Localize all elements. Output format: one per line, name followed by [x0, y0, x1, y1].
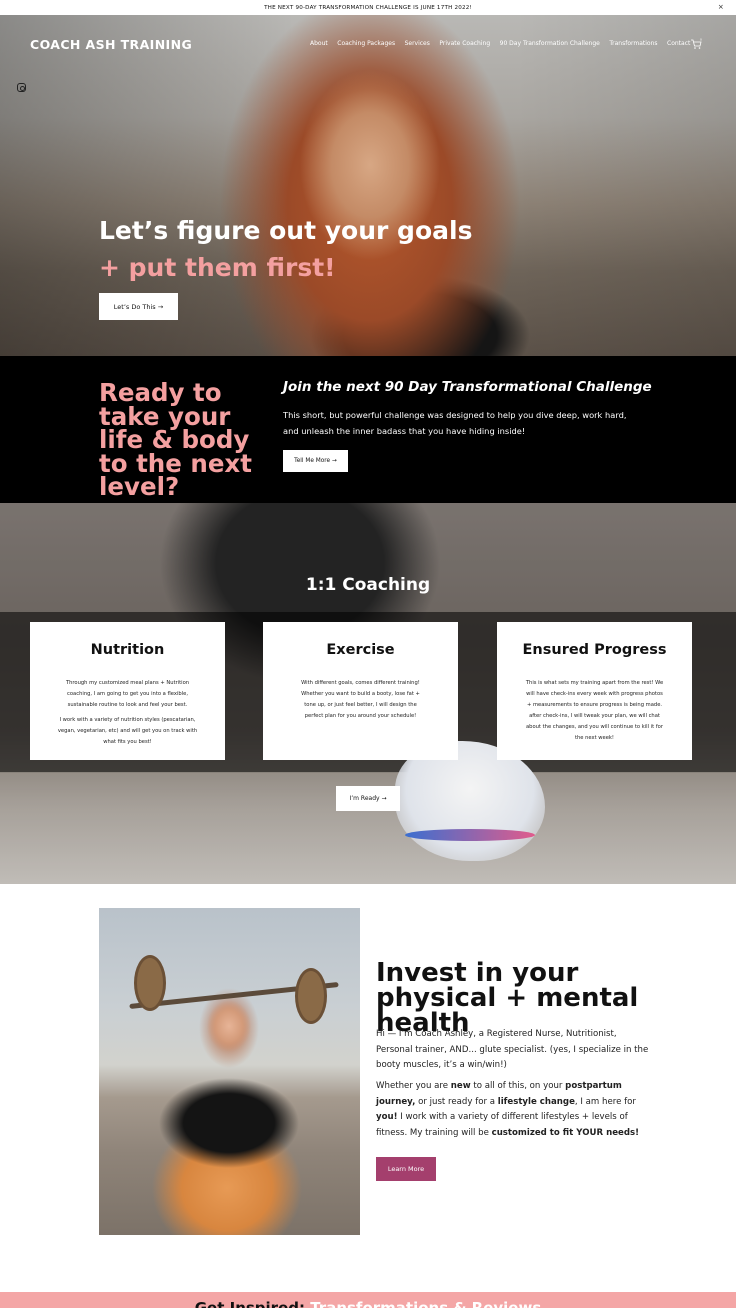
- inspired-banner: Get Inspired: Transformations & Reviews: [0, 1292, 736, 1308]
- instagram-icon[interactable]: [17, 83, 26, 92]
- nav-services[interactable]: Services: [405, 40, 430, 47]
- nav-about[interactable]: About: [310, 40, 328, 47]
- weight-plate-right: [295, 968, 327, 1024]
- announcement-text: THE NEXT 90-DAY TRANSFORMATION CHALLENGE…: [264, 4, 472, 11]
- challenge-body: This short, but powerful challenge was d…: [283, 410, 627, 436]
- weight-plate-left: [134, 955, 166, 1011]
- card-title: Nutrition: [90, 642, 165, 658]
- tell-me-more-button[interactable]: Tell Me More →: [283, 450, 348, 472]
- about-intro: Hi — I’m Coach Ashley, a Registered Nurs…: [376, 1029, 649, 1070]
- card-text: With different goals, comes different tr…: [301, 680, 420, 719]
- lets-do-this-button[interactable]: Let’s Do This →: [99, 293, 178, 320]
- card-text-2: I work with a variety of nutrition style…: [57, 717, 198, 745]
- main-nav: About Coaching Packages Services Private…: [310, 40, 690, 47]
- announcement-bar: THE NEXT 90-DAY TRANSFORMATION CHALLENGE…: [0, 0, 736, 15]
- invest-heading: Invest in your physical + mental health: [376, 958, 639, 1038]
- hero-headline: Let’s figure out your goals: [99, 216, 473, 245]
- card-exercise: Exercise With different goals, comes dif…: [263, 622, 458, 760]
- nav-coaching-packages[interactable]: Coaching Packages: [337, 40, 395, 47]
- close-icon[interactable]: ×: [718, 3, 724, 11]
- learn-more-button[interactable]: Learn More: [376, 1157, 436, 1181]
- inspired-heading: Get Inspired: Transformations & Reviews: [194, 1299, 542, 1308]
- nav-90-day-challenge[interactable]: 90 Day Transformation Challenge: [500, 40, 600, 47]
- nav-private-coaching[interactable]: Private Coaching: [439, 40, 490, 47]
- about-body: Whether you are new to all of this, on y…: [376, 1081, 640, 1138]
- challenge-title: Join the next 90 Day Transformational Ch…: [283, 379, 652, 395]
- nav-transformations[interactable]: Transformations: [609, 40, 657, 47]
- card-text: This is what sets my training apart from…: [525, 680, 664, 741]
- cart-icon[interactable]: 0: [690, 38, 702, 50]
- card-text: Through my customized meal plans + Nutri…: [65, 680, 190, 708]
- hero-subheadline: + put them first!: [99, 253, 336, 282]
- card-title: Exercise: [326, 642, 395, 658]
- cart-count: 0: [700, 38, 702, 42]
- coaching-title: 1:1 Coaching: [305, 575, 431, 595]
- card-title: Ensured Progress: [522, 642, 667, 658]
- im-ready-button[interactable]: I’m Ready →: [336, 786, 400, 811]
- card-nutrition: Nutrition Through my customized meal pla…: [30, 622, 225, 760]
- site-logo[interactable]: COACH ASH TRAINING: [30, 37, 192, 52]
- nav-contact[interactable]: Contact: [667, 40, 690, 47]
- ready-heading: Ready to take your life & body to the ne…: [99, 378, 252, 501]
- coach-photo: [99, 908, 360, 1235]
- card-ensured-progress: Ensured Progress This is what sets my tr…: [497, 622, 692, 760]
